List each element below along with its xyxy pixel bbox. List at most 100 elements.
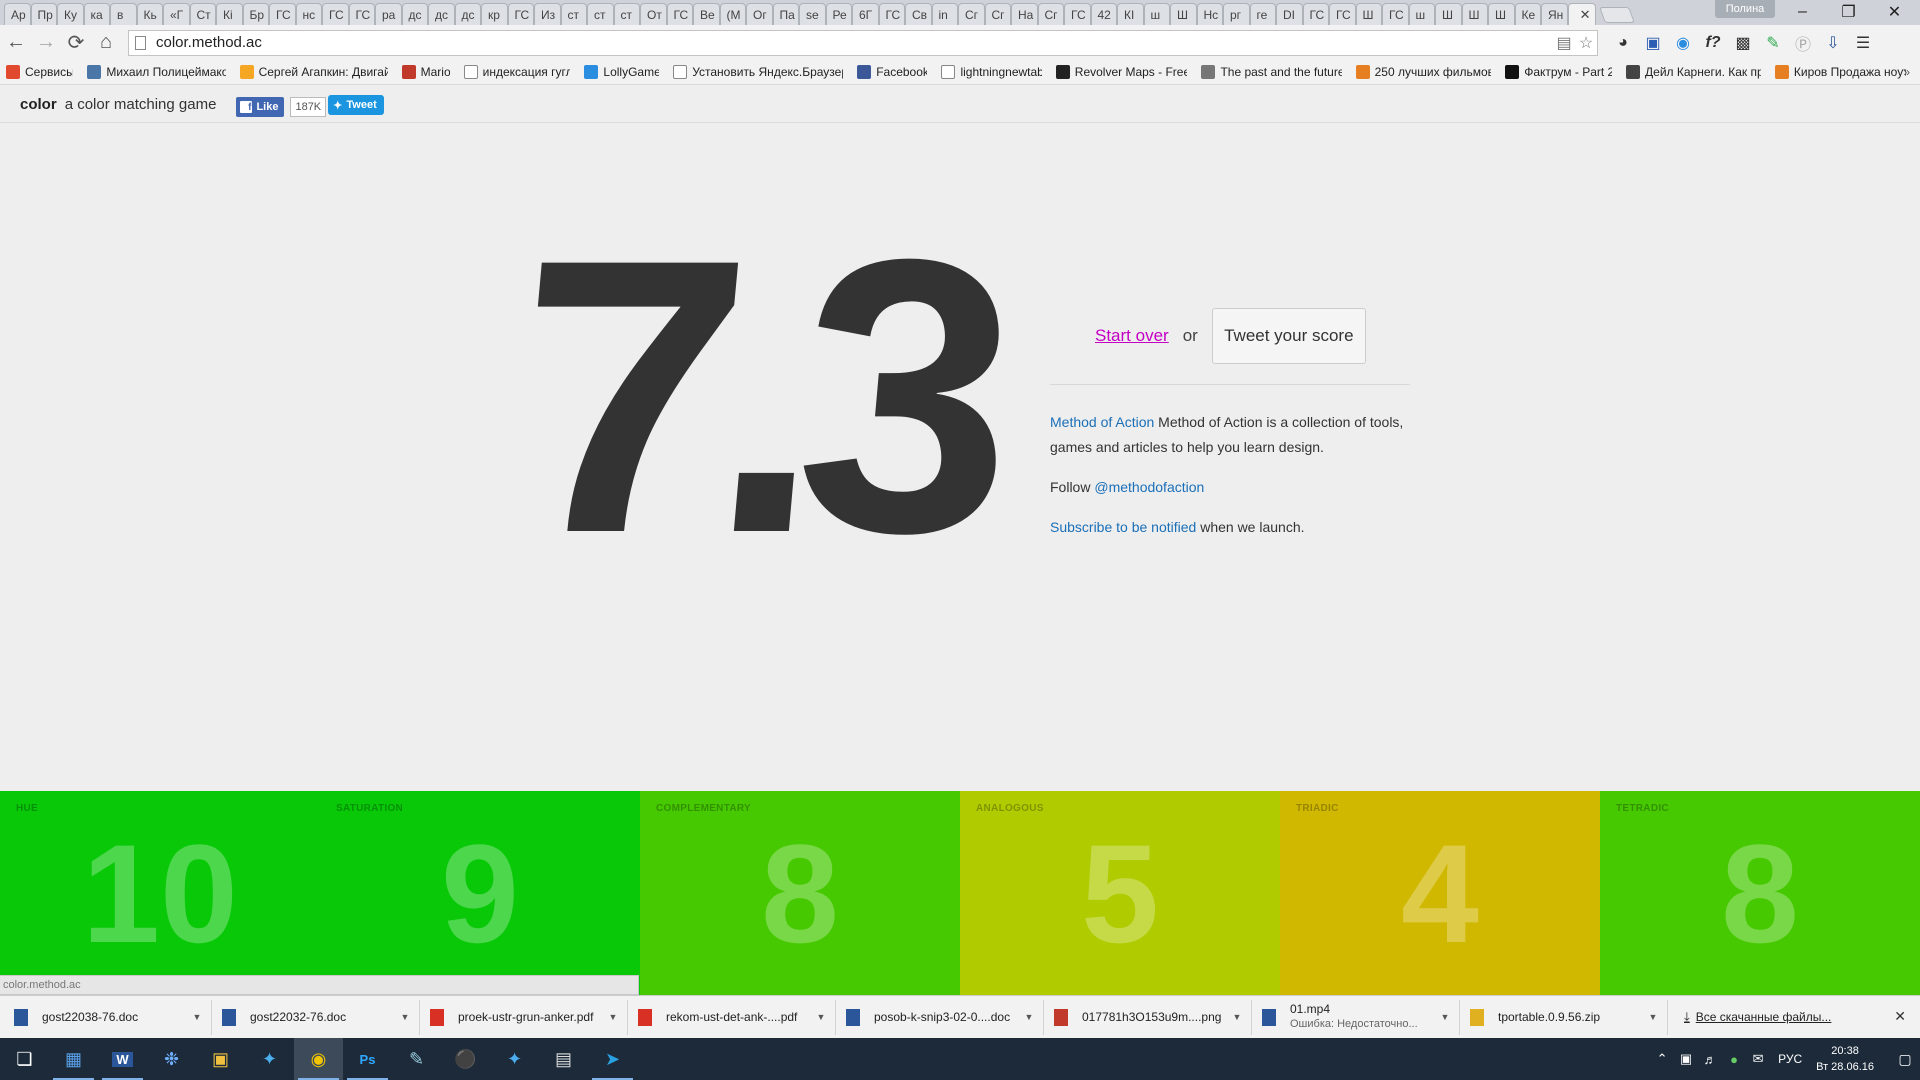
bookmark-item[interactable]: lightningnewtab: [941, 65, 1042, 79]
tweet-score-button[interactable]: Tweet your score: [1211, 308, 1366, 364]
browser-tab[interactable]: ст: [560, 3, 587, 25]
browser-tab[interactable]: DI: [1276, 3, 1303, 25]
taskbar-network-app[interactable]: ❉: [147, 1038, 196, 1080]
keyboard-language[interactable]: РУС: [1778, 1052, 1802, 1066]
profile-badge[interactable]: Полина: [1715, 0, 1775, 18]
extension-pen-icon[interactable]: ✎: [1758, 28, 1788, 58]
browser-tab[interactable]: 42: [1090, 3, 1117, 25]
browser-tab[interactable]: ГС: [666, 3, 693, 25]
download-item[interactable]: tportable.0.9.56.zip ▼: [1460, 999, 1668, 1035]
browser-tab[interactable]: дс: [401, 3, 428, 25]
browser-tab[interactable]: Сг: [958, 3, 985, 25]
browser-tab[interactable]: кр: [481, 3, 508, 25]
browser-tab[interactable]: Ве: [693, 3, 720, 25]
extension-skype-icon[interactable]: ◉: [1668, 28, 1698, 58]
browser-tab[interactable]: Кі: [216, 3, 243, 25]
back-button[interactable]: ←: [2, 29, 30, 57]
bookmark-item[interactable]: LollyGame: [584, 65, 659, 79]
browser-tab[interactable]: Пр: [30, 3, 57, 25]
browser-tab[interactable]: Ке: [1514, 3, 1541, 25]
message-icon[interactable]: ✉: [1746, 1051, 1770, 1067]
chevron-down-icon[interactable]: ▼: [397, 1012, 413, 1022]
browser-tab[interactable]: Ст: [189, 3, 216, 25]
start-over-link[interactable]: Start over: [1095, 326, 1169, 346]
chevron-down-icon[interactable]: ▼: [1229, 1012, 1245, 1022]
taskbar-notes-app[interactable]: ✎: [392, 1038, 441, 1080]
browser-tab[interactable]: ст: [587, 3, 614, 25]
download-item[interactable]: posob-k-snip3-02-0....doc ▼: [836, 999, 1044, 1035]
download-item[interactable]: rekom-ust-det-ank-....pdf ▼: [628, 999, 836, 1035]
browser-tab[interactable]: ГС: [348, 3, 375, 25]
browser-tab[interactable]: Нс: [1196, 3, 1223, 25]
bookmark-item[interactable]: 250 лучших фильмов: [1355, 65, 1491, 79]
browser-tab[interactable]: (М: [719, 3, 746, 25]
browser-tab[interactable]: Ш: [1488, 3, 1515, 25]
browser-tab[interactable]: ге: [1249, 3, 1276, 25]
extension-download-icon[interactable]: ⇩: [1818, 28, 1848, 58]
browser-tab[interactable]: Сг: [984, 3, 1011, 25]
browser-tab[interactable]: ГС: [1302, 3, 1329, 25]
extension-font-icon[interactable]: f?: [1698, 28, 1728, 58]
active-tab[interactable]: ✕: [1567, 3, 1596, 25]
browser-tab[interactable]: КІ: [1117, 3, 1144, 25]
extension-globe-icon[interactable]: ◕: [1608, 28, 1638, 58]
download-item[interactable]: 01.mp4 Ошибка: Недостаточно... ▼: [1252, 999, 1460, 1035]
taskbar-chrome-app[interactable]: ◉: [294, 1038, 343, 1080]
star-icon[interactable]: ☆: [1575, 33, 1597, 53]
browser-tab[interactable]: Ш: [1170, 3, 1197, 25]
clock[interactable]: 20:38 Вт 28.06.16: [1816, 1043, 1874, 1075]
browser-tab[interactable]: Сг: [1037, 3, 1064, 25]
bookmark-item[interactable]: Сервисы: [6, 65, 73, 79]
chevron-down-icon[interactable]: ▼: [1437, 1012, 1453, 1022]
browser-tab[interactable]: нс: [295, 3, 322, 25]
close-window-button[interactable]: ✕: [1872, 0, 1917, 24]
maximize-button[interactable]: ❐: [1826, 0, 1871, 24]
home-button[interactable]: ⌂: [92, 29, 120, 57]
bookmark-item[interactable]: Киров Продажа ноут: [1774, 65, 1906, 79]
chevron-down-icon[interactable]: ▼: [813, 1012, 829, 1022]
extension-shield-icon[interactable]: ▩: [1728, 28, 1758, 58]
taskbar-save-app[interactable]: ▦: [49, 1038, 98, 1080]
browser-tab[interactable]: se: [799, 3, 826, 25]
taskbar-twitter-app[interactable]: ✦: [245, 1038, 294, 1080]
browser-tab[interactable]: Кь: [136, 3, 163, 25]
browser-tab[interactable]: в: [110, 3, 137, 25]
browser-tab[interactable]: Ар: [4, 3, 31, 25]
taskbar-twitter2-app[interactable]: ✦: [490, 1038, 539, 1080]
browser-tab[interactable]: ГС: [269, 3, 296, 25]
browser-tab[interactable]: ГС: [878, 3, 905, 25]
browser-tab[interactable]: Из: [534, 3, 561, 25]
chevron-up-icon[interactable]: ⌃: [1650, 1051, 1674, 1067]
browser-tab[interactable]: Ш: [1355, 3, 1382, 25]
bookmark-item[interactable]: Установить Яндекс.Браузер: [673, 65, 843, 79]
bookmark-item[interactable]: Revolver Maps - Free: [1055, 65, 1187, 79]
browser-tab[interactable]: Ре: [825, 3, 852, 25]
taskbar-shield-app[interactable]: ⚫: [441, 1038, 490, 1080]
browser-tab[interactable]: Ог: [746, 3, 773, 25]
bookmark-item[interactable]: Facebook: [857, 65, 927, 79]
browser-tab[interactable]: ш: [1143, 3, 1170, 25]
monitor-icon[interactable]: ▣: [1674, 1051, 1698, 1067]
browser-tab[interactable]: Ку: [57, 3, 84, 25]
browser-tab[interactable]: Па: [772, 3, 799, 25]
extension-a-icon[interactable]: ▣: [1638, 28, 1668, 58]
chevron-down-icon[interactable]: ▼: [1021, 1012, 1037, 1022]
chevron-down-icon[interactable]: ▼: [189, 1012, 205, 1022]
browser-tab[interactable]: рг: [1223, 3, 1250, 25]
browser-tab[interactable]: ка: [83, 3, 110, 25]
close-downloads-button[interactable]: ✕: [1894, 1008, 1906, 1025]
browser-tab[interactable]: «Г: [163, 3, 190, 25]
start-button[interactable]: ❏: [0, 1038, 49, 1080]
browser-tab[interactable]: ГС: [507, 3, 534, 25]
network-status-icon[interactable]: ●: [1722, 1052, 1746, 1067]
browser-tab[interactable]: дс: [428, 3, 455, 25]
volume-icon[interactable]: ♬: [1698, 1052, 1722, 1067]
download-item[interactable]: gost22032-76.doc ▼: [212, 999, 420, 1035]
bookmark-item[interactable]: индексация гугл: [463, 65, 570, 79]
browser-tab[interactable]: 6Г: [852, 3, 879, 25]
method-of-action-link[interactable]: Method of Action: [1050, 414, 1154, 430]
address-url[interactable]: color.method.ac: [156, 34, 1553, 51]
chevron-down-icon[interactable]: ▼: [605, 1012, 621, 1022]
taskbar-explorer-app[interactable]: ▣: [196, 1038, 245, 1080]
download-item[interactable]: proek-ustr-grun-anker.pdf ▼: [420, 999, 628, 1035]
